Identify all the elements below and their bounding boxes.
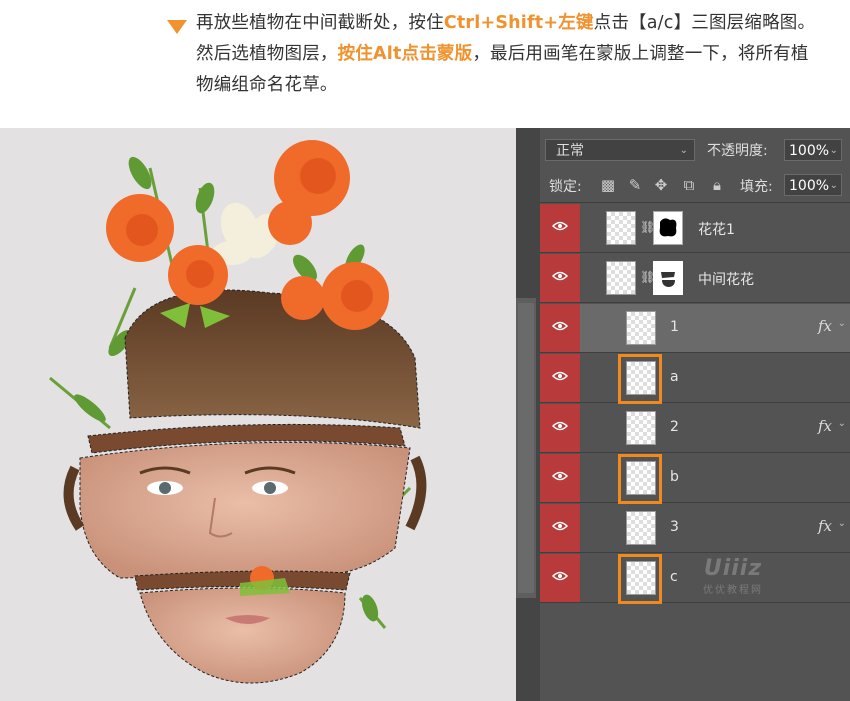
highlight-box — [618, 554, 662, 604]
link-icon[interactable]: ⛓ — [640, 270, 655, 284]
opacity-label: 不透明度: — [707, 143, 768, 159]
fill-label: 填充: — [740, 179, 773, 195]
instruction-part-1: 再放些植物在中间截断处，按住 — [196, 13, 444, 33]
link-icon[interactable]: ⛓ — [640, 220, 655, 234]
visibility-toggle[interactable] — [540, 404, 580, 452]
layer-thumbnail[interactable] — [606, 261, 636, 295]
layer-thumbnail[interactable] — [626, 511, 656, 545]
layer-name[interactable]: 花花1 — [698, 219, 735, 239]
eye-icon — [552, 321, 568, 331]
visibility-toggle[interactable] — [540, 204, 580, 252]
fill-value: 100% — [789, 178, 830, 194]
scrollbar-thumb[interactable] — [518, 303, 534, 593]
triangle-bullet-icon — [167, 20, 187, 34]
checker-lock-icon[interactable]: ▩ — [599, 176, 617, 194]
mask-shape — [661, 272, 675, 287]
collage-artwork — [49, 140, 427, 684]
visibility-toggle[interactable] — [540, 454, 580, 502]
chevron-down-icon[interactable]: ⌄ — [838, 318, 846, 329]
fill-input[interactable]: 100% ⌄ — [784, 174, 842, 196]
panel-divider — [540, 202, 850, 203]
layer-name[interactable]: b — [670, 469, 679, 485]
visibility-toggle[interactable] — [540, 504, 580, 552]
instruction-header: 再放些植物在中间截断处，按住Ctrl+Shift+左键点击【a/c】三图层缩略图… — [0, 0, 850, 128]
chevron-down-icon[interactable]: ⌄ — [838, 518, 846, 529]
opacity-input[interactable]: 100% ⌄ — [784, 139, 842, 161]
layer-thumbnail[interactable] — [626, 311, 656, 345]
move-lock-icon[interactable]: ✥ — [652, 176, 670, 194]
watermark-subtitle: 优优教程网 — [703, 585, 763, 596]
layer-row[interactable]: 1 fx ⌄ — [540, 304, 850, 353]
fx-icon[interactable]: fx — [818, 517, 832, 535]
eye-icon — [552, 271, 568, 281]
mask-shape — [659, 218, 677, 237]
eye-icon — [552, 371, 568, 381]
layer-thumbnail[interactable] — [606, 211, 636, 245]
eye-icon — [552, 421, 568, 431]
chevron-down-icon[interactable]: ⌄ — [838, 418, 846, 429]
artboard-lock-icon[interactable]: ⧉ — [680, 176, 698, 194]
instruction-highlight-1: Ctrl+Shift+左键 — [443, 13, 594, 33]
layer-row[interactable]: 3 fx ⌄ — [540, 504, 850, 553]
watermark-logo: Uiiiz — [703, 556, 763, 581]
watermark: Uiiiz 优优教程网 — [688, 556, 778, 596]
visibility-toggle[interactable] — [540, 554, 580, 602]
padlock-icon[interactable]: 🔒︎ — [708, 176, 726, 194]
visibility-toggle[interactable] — [540, 354, 580, 402]
photo-canvas[interactable] — [0, 128, 516, 701]
panel-left-strip — [516, 128, 540, 701]
brush-lock-icon[interactable]: ✎ — [626, 176, 644, 194]
visibility-toggle[interactable] — [540, 254, 580, 302]
eye-icon — [552, 471, 568, 481]
chevron-down-icon: ⌄ — [829, 180, 838, 191]
layer-row[interactable]: a — [540, 354, 850, 404]
visibility-toggle[interactable] — [540, 304, 580, 352]
highlight-box — [618, 454, 662, 504]
lock-label: 锁定: — [549, 179, 582, 195]
layer-row[interactable]: ⛓ 中间花花 — [540, 254, 850, 303]
fx-icon[interactable]: fx — [818, 417, 832, 435]
blend-mode-select[interactable]: 正常 ⌄ — [545, 139, 695, 161]
chevron-down-icon: ⌄ — [829, 145, 838, 156]
layer-name[interactable]: 1 — [670, 319, 679, 335]
eye-icon — [552, 571, 568, 581]
layer-name[interactable]: 中间花花 — [698, 269, 754, 289]
layer-name[interactable]: a — [670, 369, 679, 385]
layer-name[interactable]: c — [670, 569, 678, 585]
instruction-highlight-2: 按住Alt点击蒙版 — [337, 44, 473, 64]
layer-row[interactable]: b — [540, 454, 850, 504]
layer-name[interactable]: 2 — [670, 419, 679, 435]
highlight-box — [618, 354, 662, 404]
blend-mode-value: 正常 — [556, 143, 584, 159]
layer-row[interactable]: ⛓ 花花1 — [540, 204, 850, 253]
instruction-text: 再放些植物在中间截断处，按住Ctrl+Shift+左键点击【a/c】三图层缩略图… — [196, 8, 816, 101]
layer-row[interactable]: 2 fx ⌄ — [540, 404, 850, 453]
opacity-value: 100% — [789, 143, 830, 159]
layer-name[interactable]: 3 — [670, 519, 679, 535]
layer-thumbnail[interactable] — [626, 411, 656, 445]
eye-icon — [552, 221, 568, 231]
fx-icon[interactable]: fx — [818, 317, 832, 335]
layer-mask-thumbnail[interactable] — [653, 211, 683, 245]
layers-panel: 正常 ⌄ 不透明度: 100% ⌄ 锁定: ▩ ✎ ✥ ⧉ 🔒︎ 填充: 100… — [516, 128, 850, 701]
eye-icon — [552, 521, 568, 531]
chevron-down-icon: ⌄ — [679, 145, 688, 156]
layer-mask-thumbnail[interactable] — [653, 261, 683, 295]
